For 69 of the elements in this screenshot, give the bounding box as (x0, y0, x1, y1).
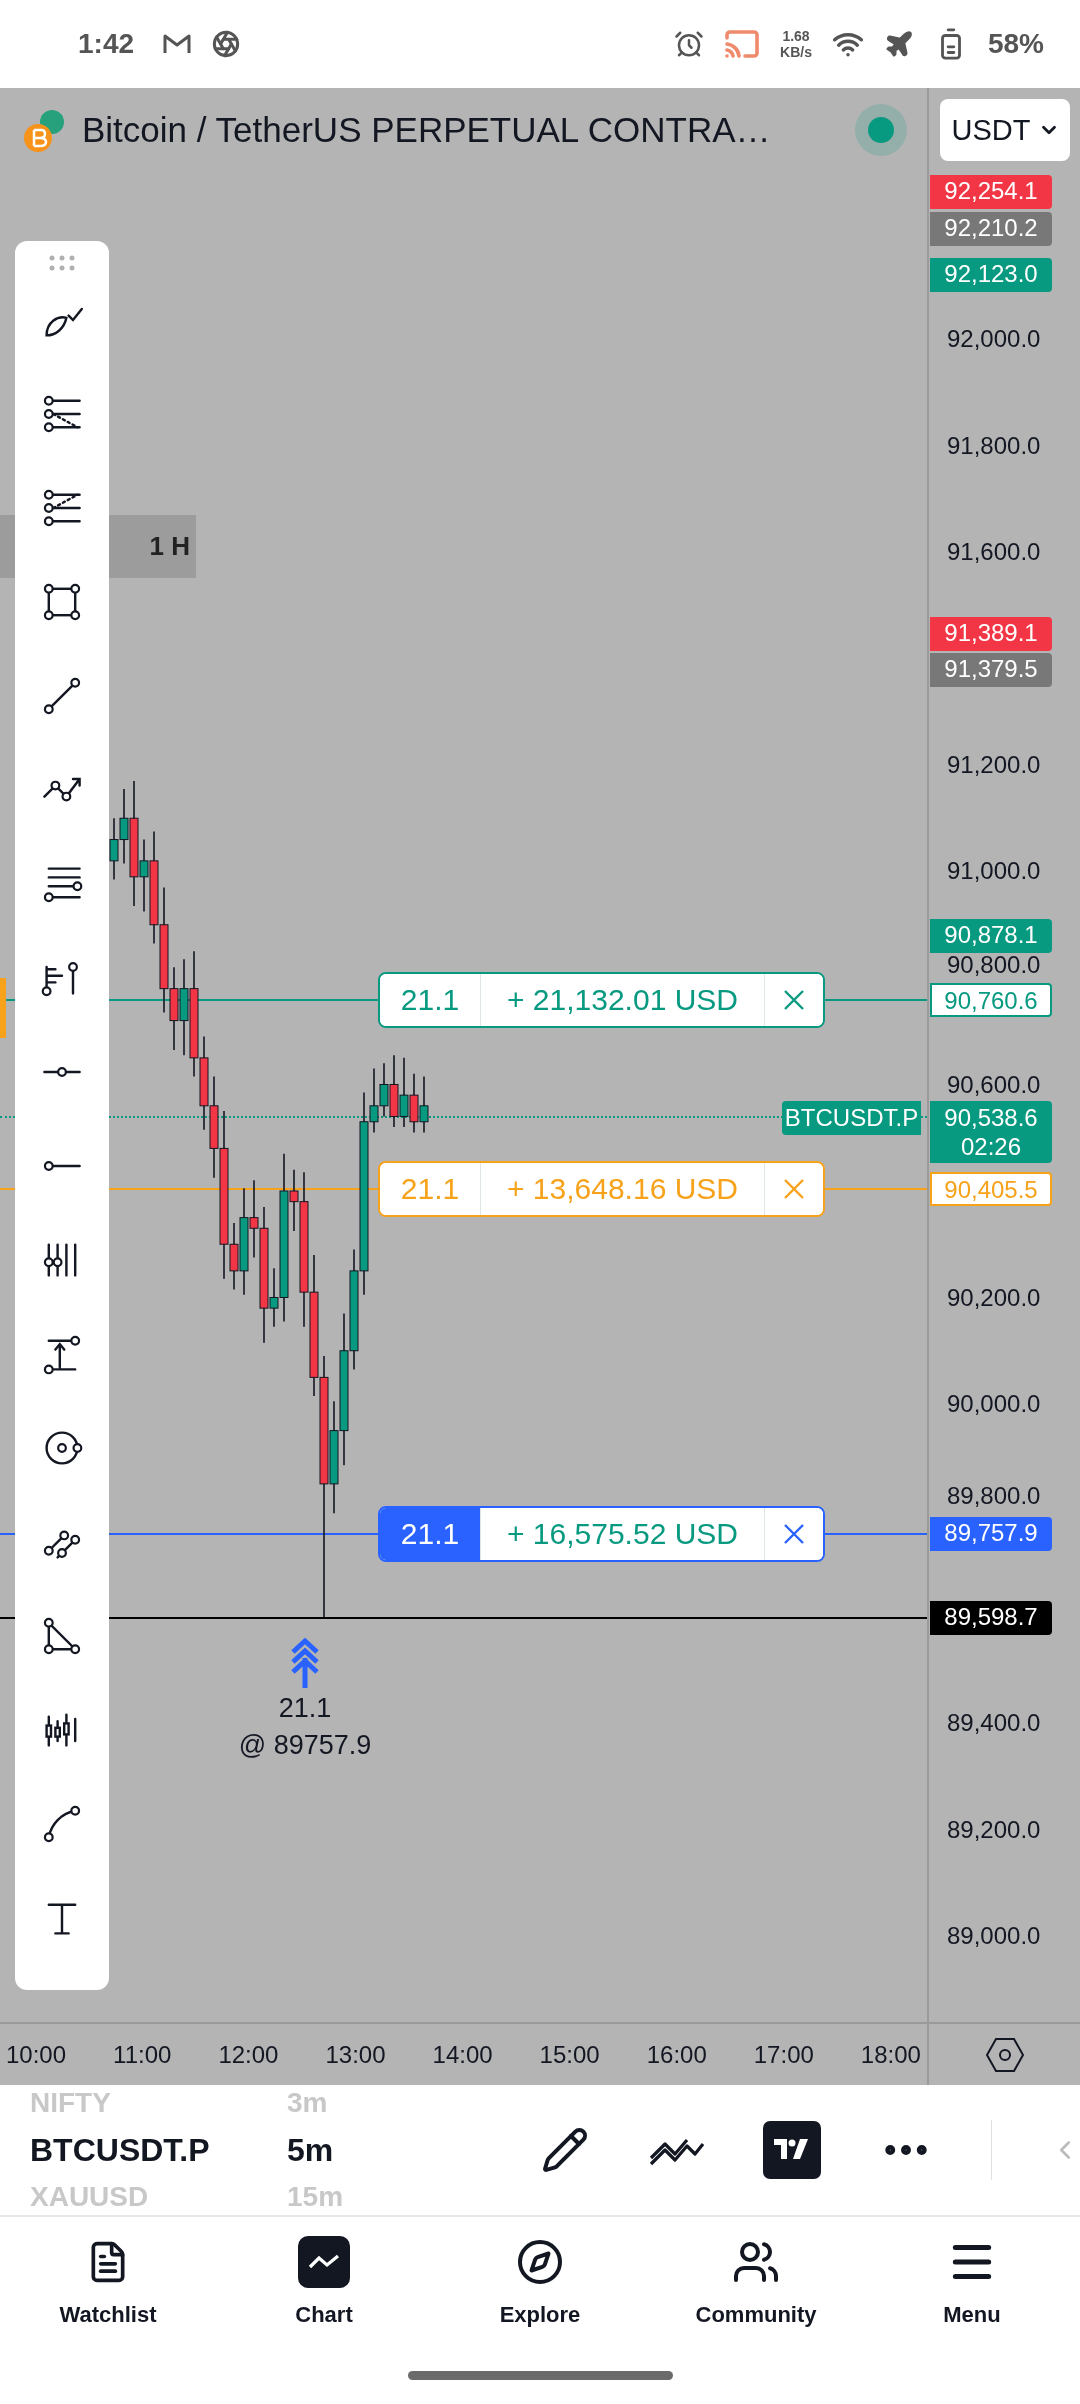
aperture-icon (212, 30, 241, 58)
price-tag: 92,123.0 (930, 258, 1052, 292)
position-quantity: 21.1 (380, 1508, 481, 1560)
candle (409, 1073, 419, 1134)
candle (109, 817, 119, 881)
price-tag: 89,598.7 (930, 1601, 1052, 1635)
price-tick: 91,800.0 (947, 431, 1041, 461)
candle (419, 1075, 429, 1134)
nav-tab[interactable]: Chart (216, 2217, 432, 2347)
price-tick: 90,600.0 (947, 1070, 1041, 1100)
price-tick: 89,000.0 (947, 1921, 1041, 1951)
position-box[interactable]: 21.1 + 21,132.01 USD (378, 972, 825, 1028)
mail-icon (162, 32, 193, 56)
candle (379, 1062, 389, 1118)
interval-label: 1 H (149, 531, 190, 562)
symbol-title[interactable]: Bitcoin / TetherUS PERPETUAL CONTRA… (82, 110, 771, 150)
time-tick: 12:00 (218, 2040, 279, 2069)
execution-quantity: 21.1 (278, 1692, 332, 1725)
price-tag: 92,210.2 (930, 212, 1052, 246)
currency-select[interactable]: USDT (939, 99, 1070, 161)
time-tick: 10:00 (6, 2040, 67, 2069)
nav-tab[interactable]: Watchlist (0, 2217, 216, 2347)
price-tag: 91,379.5 (930, 653, 1052, 687)
price-tick: 90,800.0 (947, 950, 1041, 980)
time-tick: 14:00 (432, 2040, 493, 2069)
price-tick: 91,000.0 (947, 856, 1041, 886)
clock-time: 1:42 (78, 28, 135, 60)
position-quantity: 21.1 (380, 1163, 481, 1215)
symbol-tag: BTCUSDT.P (782, 1101, 921, 1135)
position-quantity: 21.1 (380, 974, 481, 1026)
price-tick: 89,800.0 (947, 1481, 1041, 1511)
candle (0, 978, 6, 1038)
alarm-icon (674, 29, 705, 59)
execution-price: @ 89757.9 (238, 1729, 372, 1762)
price-tick: 90,000.0 (947, 1389, 1041, 1419)
price-tag: 92,254.1 (930, 175, 1052, 209)
candle (399, 1057, 409, 1128)
grip-icon[interactable] (47, 253, 77, 273)
position-box[interactable]: 21.1 + 16,575.52 USD (378, 1506, 825, 1562)
price-tag: 89,757.9 (930, 1517, 1052, 1551)
price-tag: 90,878.1 (930, 919, 1052, 953)
price-tick: 91,200.0 (947, 750, 1041, 780)
last-price: 90,538.6 (944, 1103, 1038, 1132)
time-tick: 11:00 (113, 2040, 172, 2069)
price-tick: 92,000.0 (947, 324, 1041, 354)
battery-percent: 58% (987, 28, 1044, 60)
price-tag: 90,760.6 (930, 983, 1052, 1017)
settings-icon[interactable] (984, 2036, 1025, 2073)
buy-arrow-icon (290, 1638, 320, 1690)
price-tag: 91,389.1 (930, 617, 1052, 651)
time-tick: 16:00 (646, 2040, 707, 2069)
time-tick: 18:00 (860, 2040, 921, 2069)
net-unit: KB/s (780, 44, 812, 60)
logo-icon[interactable] (763, 2121, 821, 2179)
time-tick: 13:00 (325, 2040, 386, 2069)
time-tick: 15:00 (539, 2040, 600, 2069)
price-tick: 91,600.0 (947, 537, 1041, 567)
nav-tab[interactable]: Menu (864, 2217, 1080, 2347)
pencil-icon[interactable] (541, 2126, 589, 2174)
nav-tab[interactable]: Community (648, 2217, 864, 2347)
nav-tab[interactable]: Explore (432, 2217, 648, 2347)
price-tick: 89,200.0 (947, 1815, 1041, 1845)
symbol-picker-row[interactable]: BTCUSDT.P 5m (30, 2120, 527, 2180)
net-speed: 1.68 (782, 28, 810, 44)
price-tag: 90,405.5 (930, 1172, 1052, 1206)
price-tick: 89,400.0 (947, 1708, 1041, 1738)
bar-countdown: 02:26 (960, 1132, 1022, 1161)
time-tick: 17:00 (753, 2040, 814, 2069)
price-tick: 90,200.0 (947, 1283, 1041, 1313)
